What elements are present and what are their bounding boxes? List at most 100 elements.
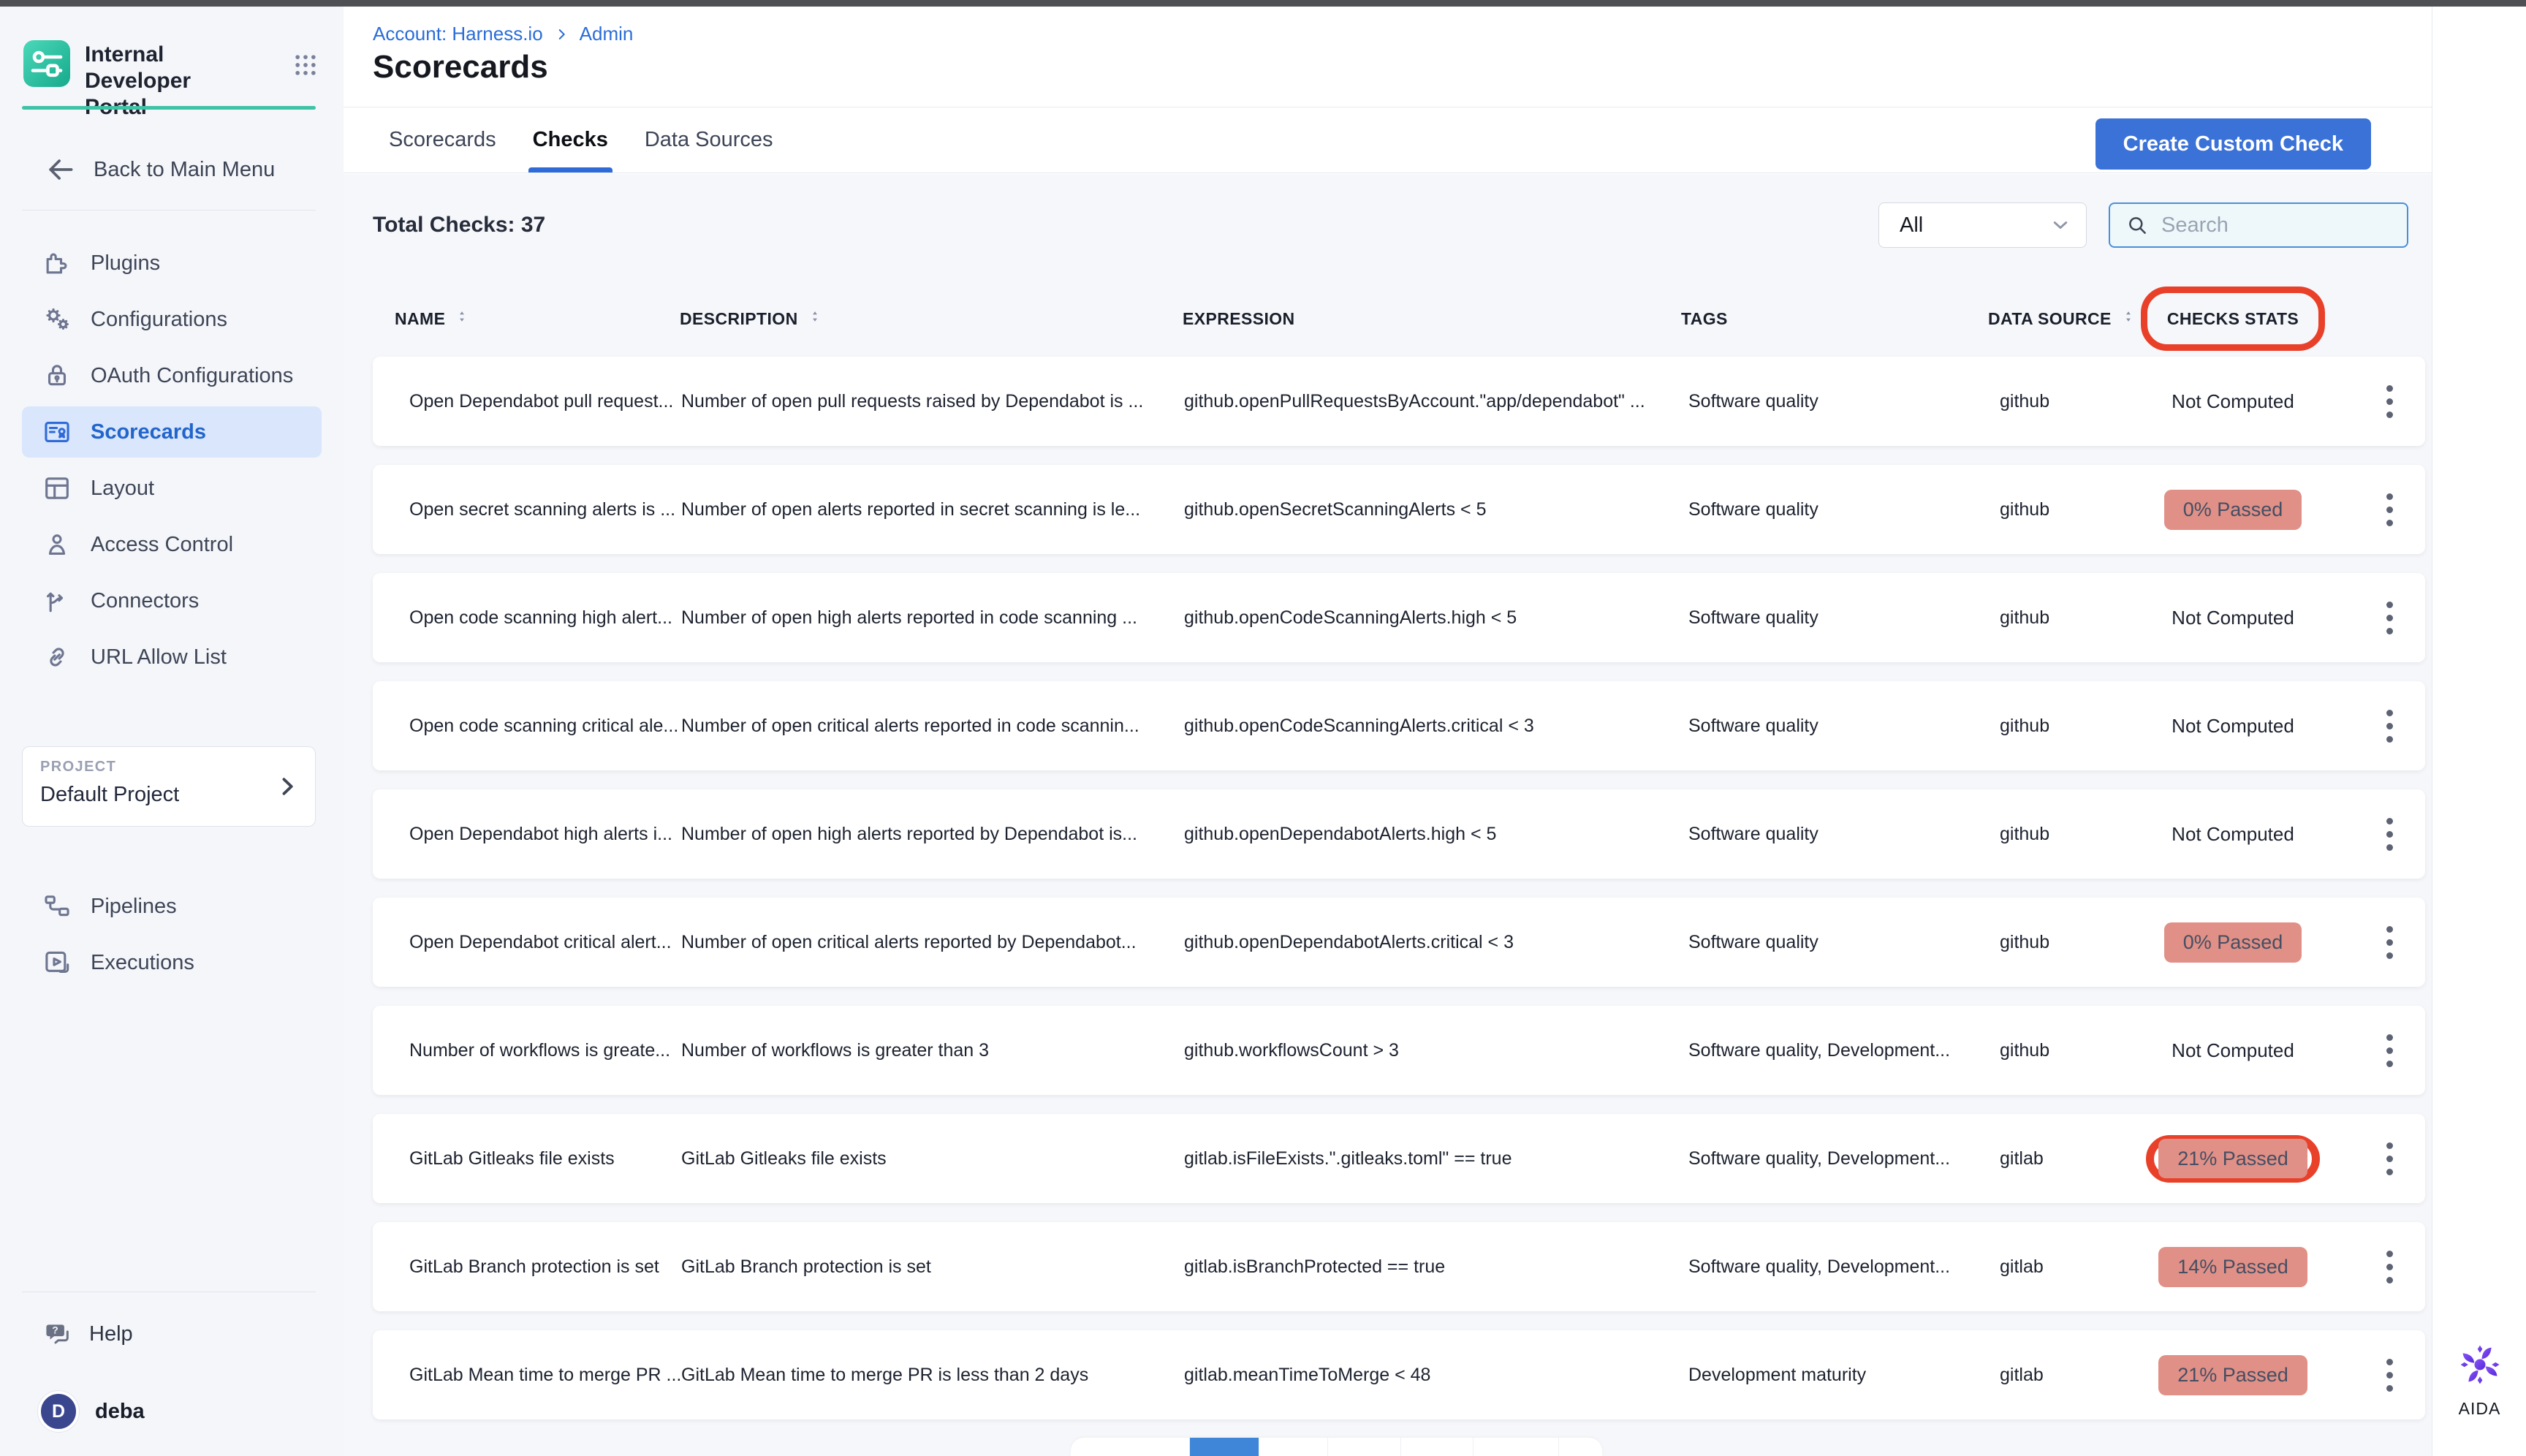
sidebar-item-oauth-configurations[interactable]: OAuth Configurations [22, 350, 322, 401]
back-to-main-menu[interactable]: Back to Main Menu [44, 150, 275, 189]
tabs: Scorecards Checks Data Sources [387, 128, 775, 172]
table-row[interactable]: Number of workflows is greate...Number o… [373, 1006, 2425, 1095]
row-actions-kebab[interactable] [2381, 488, 2399, 532]
table-row[interactable]: Open Dependabot critical alert...Number … [373, 898, 2425, 987]
project-nav: PipelinesExecutions [22, 881, 322, 993]
help-chat-icon: ? [42, 1319, 73, 1349]
pagination-page[interactable] [1559, 1438, 1602, 1456]
column-label: TAGS [1681, 309, 1728, 329]
aida-button[interactable]: AIDA [2432, 1338, 2526, 1419]
sidebar-item-pipelines[interactable]: Pipelines [22, 881, 322, 932]
filter-dropdown[interactable]: All [1878, 202, 2087, 248]
user-name: deba [95, 1400, 145, 1424]
right-rail: AIDA [2432, 7, 2526, 1456]
sidebar-item-scorecards[interactable]: Scorecards [22, 406, 322, 458]
sidebar-item-label: Connectors [91, 589, 199, 613]
check-name-cell: Open Dependabot pull request... [373, 391, 674, 412]
table-row[interactable]: Open code scanning critical ale...Number… [373, 681, 2425, 770]
check-name-cell: GitLab Mean time to merge PR ... [373, 1365, 674, 1386]
pagination-page[interactable] [1474, 1438, 1559, 1456]
check-datasource-cell: gitlab [1988, 1365, 2112, 1386]
row-actions-kebab[interactable] [2381, 920, 2399, 965]
table-row[interactable]: Open Dependabot high alerts i...Number o… [373, 789, 2425, 879]
sidebar-item-label: Access Control [91, 533, 233, 557]
lock-icon [41, 360, 73, 392]
check-name-cell: Open Dependabot critical alert... [373, 932, 674, 953]
table-row[interactable]: GitLab Mean time to merge PR ...GitLab M… [373, 1330, 2425, 1419]
row-actions-kebab[interactable] [2381, 1028, 2399, 1073]
gears-icon [41, 303, 73, 335]
check-tags-cell: Software quality [1681, 932, 1988, 953]
pagination-page-active[interactable] [1190, 1438, 1259, 1456]
project-selector[interactable]: PROJECT Default Project [22, 746, 316, 827]
row-actions-kebab[interactable] [2381, 596, 2399, 640]
user-menu[interactable]: D deba [38, 1388, 145, 1435]
row-actions-kebab[interactable] [2381, 1137, 2399, 1181]
check-name-cell: GitLab Branch protection is set [373, 1256, 674, 1278]
column-label: NAME [395, 309, 445, 329]
idp-logo-icon [23, 40, 70, 87]
sort-icon[interactable] [454, 308, 470, 329]
tab-data-sources[interactable]: Data Sources [643, 128, 775, 172]
row-actions-kebab[interactable] [2381, 812, 2399, 857]
table-row[interactable]: Open code scanning high alert...Number o… [373, 573, 2425, 662]
table-row[interactable]: Open Dependabot pull request...Number of… [373, 357, 2425, 446]
column-header-description[interactable]: DESCRIPTION [674, 308, 1177, 329]
person-icon [41, 528, 73, 561]
check-tags-cell: Software quality [1681, 716, 1988, 737]
sort-icon[interactable] [807, 308, 823, 329]
tab-checks[interactable]: Checks [531, 128, 610, 172]
check-description-cell: Number of open high alerts reported by D… [674, 824, 1177, 845]
pagination-page[interactable] [1328, 1438, 1401, 1456]
sidebar-item-plugins[interactable]: Plugins [22, 238, 322, 289]
check-description-cell: GitLab Branch protection is set [674, 1256, 1177, 1278]
chevron-right-icon [553, 26, 569, 42]
check-datasource-cell: gitlab [1988, 1256, 2112, 1278]
check-expression-cell: github.openSecretScanningAlerts < 5 [1177, 499, 1681, 520]
table-row[interactable]: GitLab Gitleaks file existsGitLab Gitlea… [373, 1114, 2425, 1203]
sidebar-item-layout[interactable]: Layout [22, 463, 322, 514]
column-header-checks-stats: CHECKS STATS [2112, 309, 2354, 329]
svg-text:?: ? [52, 1324, 58, 1335]
table-row[interactable]: GitLab Branch protection is setGitLab Br… [373, 1222, 2425, 1311]
column-header-expression: EXPRESSION [1177, 309, 1681, 329]
table-row[interactable]: Open secret scanning alerts is ...Number… [373, 465, 2425, 554]
apps-grid-icon[interactable] [291, 40, 320, 83]
check-expression-cell: gitlab.isBranchProtected == true [1177, 1256, 1681, 1278]
sidebar-item-configurations[interactable]: Configurations [22, 294, 322, 345]
check-stats-cell: 21% Passed [2112, 1355, 2354, 1395]
check-description-cell: Number of open alerts reported in secret… [674, 499, 1177, 520]
breadcrumb-admin-link[interactable]: Admin [580, 23, 634, 45]
sidebar-item-access-control[interactable]: Access Control [22, 519, 322, 570]
sidebar-item-label: URL Allow List [91, 645, 227, 670]
checks-stats-badge: 0% Passed [2164, 490, 2302, 530]
column-header-name[interactable]: NAME [373, 308, 674, 329]
chevron-down-icon [2048, 213, 2073, 238]
row-actions-kebab[interactable] [2381, 704, 2399, 748]
sidebar-item-connectors[interactable]: Connectors [22, 575, 322, 626]
check-description-cell: Number of open high alerts reported in c… [674, 607, 1177, 629]
pagination-page[interactable] [1259, 1438, 1328, 1456]
help-button[interactable]: ? Help [42, 1312, 133, 1356]
check-expression-cell: github.openDependabotAlerts.high < 5 [1177, 824, 1681, 845]
check-tags-cell: Software quality [1681, 824, 1988, 845]
search-input[interactable] [2161, 213, 2392, 238]
column-header-data-source[interactable]: DATA SOURCE [1988, 308, 2112, 329]
sidebar-item-url-allow-list[interactable]: URL Allow List [22, 632, 322, 683]
create-custom-check-button[interactable]: Create Custom Check [2095, 118, 2371, 170]
sidebar-nav: PluginsConfigurationsOAuth Configuration… [22, 238, 322, 688]
search-box[interactable] [2109, 202, 2408, 248]
check-tags-cell: Software quality [1681, 391, 1988, 412]
pipeline-icon [41, 890, 73, 922]
breadcrumb-account-link[interactable]: Account: Harness.io [373, 23, 543, 45]
row-actions-kebab[interactable] [2381, 1245, 2399, 1289]
sidebar-item-executions[interactable]: Executions [22, 937, 322, 988]
tab-scorecards[interactable]: Scorecards [387, 128, 498, 172]
row-actions-kebab[interactable] [2381, 1353, 2399, 1398]
sidebar-item-label: Scorecards [91, 420, 206, 444]
pagination-page[interactable] [1071, 1438, 1190, 1456]
pagination-page[interactable] [1401, 1438, 1474, 1456]
row-actions-kebab[interactable] [2381, 379, 2399, 424]
checks-stats-text: Not Computed [2172, 1039, 2294, 1062]
back-label: Back to Main Menu [94, 158, 275, 182]
